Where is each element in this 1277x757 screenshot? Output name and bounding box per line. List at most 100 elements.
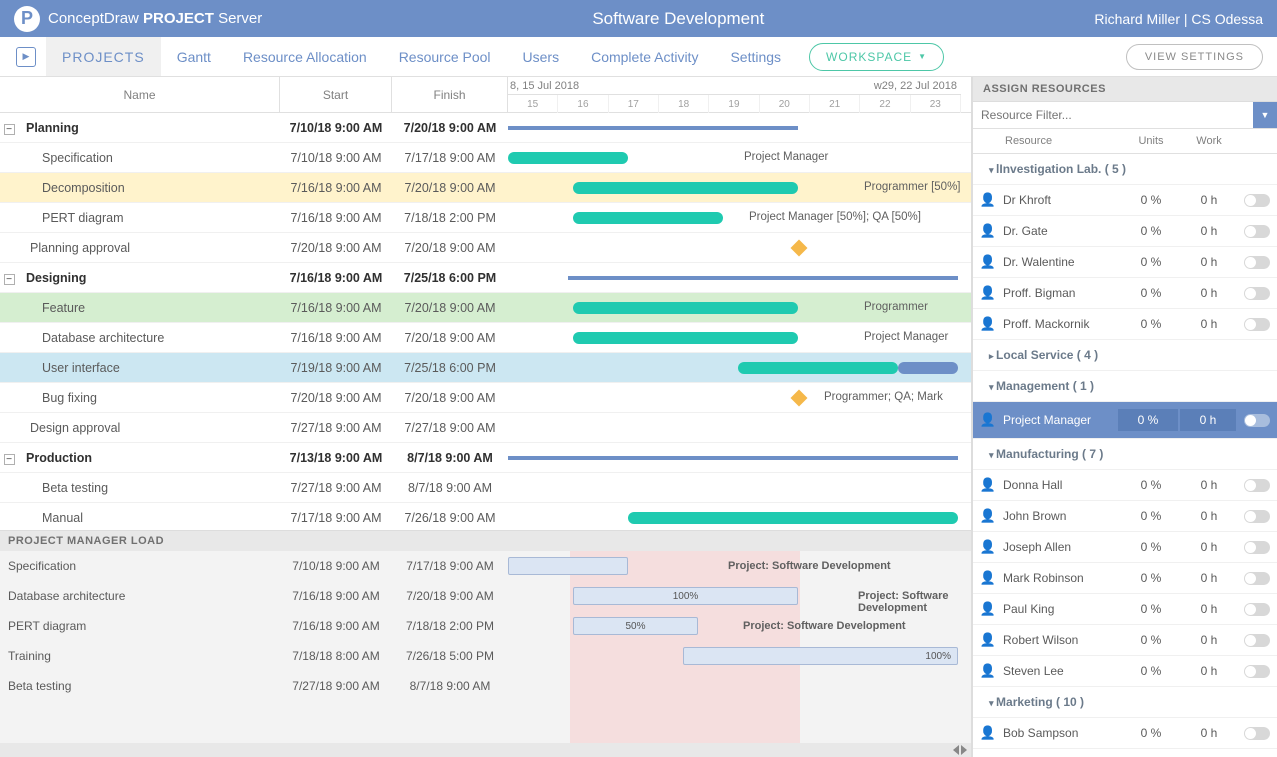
collapse-icon[interactable]: − (4, 274, 15, 285)
person-icon: 👤 (973, 192, 1003, 208)
assign-toggle[interactable] (1244, 634, 1270, 647)
assign-resources-panel: ASSIGN RESOURCES ▼ Resource Units Work l… (972, 77, 1277, 757)
load-row[interactable]: PERT diagram7/16/18 9:00 AM7/18/18 2:00 … (0, 611, 971, 641)
resource-group[interactable]: lInvestigation Lab. ( 5 ) (973, 154, 1277, 185)
resource-item[interactable]: 👤Joseph Allen0 %0 h (973, 532, 1277, 563)
resource-item[interactable]: 👤Proff. Bigman0 %0 h (973, 278, 1277, 309)
person-icon: 👤 (973, 223, 1003, 239)
brand-text: ConceptDraw PROJECT Server (48, 10, 262, 27)
person-icon: 👤 (973, 632, 1003, 648)
col-name: Name (0, 77, 280, 112)
load-row[interactable]: Training7/18/18 8:00 AM7/26/18 5:00 PM 1… (0, 641, 971, 671)
task-row[interactable]: − Planning 7/10/18 9:00 AM7/20/18 9:00 A… (0, 113, 971, 143)
assign-toggle[interactable] (1244, 665, 1270, 678)
person-icon: 👤 (973, 663, 1003, 679)
nav-collapse-button[interactable]: ▶ (6, 37, 46, 76)
task-row[interactable]: Beta testing 7/27/18 9:00 AM8/7/18 9:00 … (0, 473, 971, 503)
tab-gantt[interactable]: Gantt (161, 37, 227, 76)
assign-toggle[interactable] (1244, 287, 1270, 300)
load-row[interactable]: Database architecture7/16/18 9:00 AM7/20… (0, 581, 971, 611)
resource-filter-input[interactable] (973, 102, 1253, 128)
resource-item[interactable]: 👤Dr. Walentine0 %0 h (973, 247, 1277, 278)
nav-bar: ▶ PROJECTS Gantt Resource Allocation Res… (0, 37, 1277, 77)
horizontal-scrollbar[interactable] (0, 743, 971, 757)
resource-item[interactable]: 👤Project Manager0 %0 h (973, 402, 1277, 439)
assign-toggle[interactable] (1244, 414, 1270, 427)
task-row[interactable]: Planning approval 7/20/18 9:00 AM7/20/18… (0, 233, 971, 263)
assign-toggle[interactable] (1244, 318, 1270, 331)
view-settings-button[interactable]: VIEW SETTINGS (1126, 44, 1263, 70)
col-finish: Finish (392, 77, 508, 112)
task-row[interactable]: User interface 7/19/18 9:00 AM7/25/18 6:… (0, 353, 971, 383)
assign-toggle[interactable] (1244, 541, 1270, 554)
tab-resource-pool[interactable]: Resource Pool (383, 37, 507, 76)
scroll-right-icon[interactable] (961, 745, 967, 755)
page-title: Software Development (262, 9, 1094, 29)
task-row[interactable]: Feature 7/16/18 9:00 AM7/20/18 9:00 AM P… (0, 293, 971, 323)
app-header: P ConceptDraw PROJECT Server Software De… (0, 0, 1277, 37)
person-icon: 👤 (973, 285, 1003, 301)
load-section: PROJECT MANAGER LOAD Specification7/10/1… (0, 530, 971, 757)
logo-icon: P (14, 6, 40, 32)
resource-item[interactable]: 👤Paul King0 %0 h (973, 594, 1277, 625)
assign-toggle[interactable] (1244, 479, 1270, 492)
person-icon: 👤 (973, 254, 1003, 270)
tab-settings[interactable]: Settings (714, 37, 797, 76)
timeline-header: 8, 15 Jul 2018 w29, 22 Jul 2018 15161718… (508, 77, 961, 112)
load-row[interactable]: Specification7/10/18 9:00 AM7/17/18 9:00… (0, 551, 971, 581)
resource-group[interactable]: Marketing ( 10 ) (973, 687, 1277, 718)
gantt-header: Name Start Finish 8, 15 Jul 2018 w29, 22… (0, 77, 971, 113)
scroll-left-icon[interactable] (953, 745, 959, 755)
gantt-body[interactable]: − Planning 7/10/18 9:00 AM7/20/18 9:00 A… (0, 113, 971, 530)
assign-toggle[interactable] (1244, 603, 1270, 616)
assign-toggle[interactable] (1244, 225, 1270, 238)
resource-item[interactable]: 👤Donna Hall0 %0 h (973, 470, 1277, 501)
person-icon: 👤 (973, 570, 1003, 586)
person-icon: 👤 (973, 412, 1003, 428)
task-row[interactable]: − Production 7/13/18 9:00 AM8/7/18 9:00 … (0, 443, 971, 473)
tab-users[interactable]: Users (507, 37, 576, 76)
person-icon: 👤 (973, 508, 1003, 524)
resource-item[interactable]: 👤Dr. Gate0 %0 h (973, 216, 1277, 247)
person-icon: 👤 (973, 316, 1003, 332)
task-row[interactable]: Decomposition 7/16/18 9:00 AM7/20/18 9:0… (0, 173, 971, 203)
load-title: PROJECT MANAGER LOAD (0, 531, 971, 551)
resource-item[interactable]: 👤Dr Khroft0 %0 h (973, 185, 1277, 216)
person-icon: 👤 (973, 725, 1003, 741)
resource-group[interactable]: Local Service ( 4 ) (973, 340, 1277, 371)
assign-toggle[interactable] (1244, 510, 1270, 523)
resource-item[interactable]: 👤John Brown0 %0 h (973, 501, 1277, 532)
resource-group[interactable]: Manufacturing ( 7 ) (973, 439, 1277, 470)
collapse-icon[interactable]: − (4, 124, 15, 135)
task-row[interactable]: Manual 7/17/18 9:00 AM7/26/18 9:00 AM (0, 503, 971, 530)
task-row[interactable]: PERT diagram 7/16/18 9:00 AM7/18/18 2:00… (0, 203, 971, 233)
resource-item[interactable]: 👤Steven Lee0 %0 h (973, 656, 1277, 687)
person-icon: 👤 (973, 477, 1003, 493)
resource-item[interactable]: 👤Bob Sampson0 %0 h (973, 718, 1277, 749)
assign-toggle[interactable] (1244, 727, 1270, 740)
task-row[interactable]: Database architecture 7/16/18 9:00 AM7/2… (0, 323, 971, 353)
assign-toggle[interactable] (1244, 256, 1270, 269)
person-icon: 👤 (973, 601, 1003, 617)
user-label[interactable]: Richard Miller | CS Odessa (1094, 11, 1263, 27)
resource-item[interactable]: 👤Mark Robinson0 %0 h (973, 563, 1277, 594)
load-row[interactable]: Beta testing7/27/18 9:00 AM8/7/18 9:00 A… (0, 671, 971, 701)
tab-projects[interactable]: PROJECTS (46, 37, 161, 76)
tab-complete-activity[interactable]: Complete Activity (575, 37, 714, 76)
resource-item[interactable]: 👤Robert Wilson0 %0 h (973, 625, 1277, 656)
resource-group[interactable]: Management ( 1 ) (973, 371, 1277, 402)
milestone-icon (791, 240, 808, 257)
task-row[interactable]: Design approval 7/27/18 9:00 AM7/27/18 9… (0, 413, 971, 443)
task-row[interactable]: Bug fixing 7/20/18 9:00 AM7/20/18 9:00 A… (0, 383, 971, 413)
task-row[interactable]: − Designing 7/16/18 9:00 AM7/25/18 6:00 … (0, 263, 971, 293)
chevron-down-icon: ▼ (918, 52, 927, 61)
resource-item[interactable]: 👤Proff. Mackornik0 %0 h (973, 309, 1277, 340)
collapse-icon[interactable]: − (4, 454, 15, 465)
tab-resource-allocation[interactable]: Resource Allocation (227, 37, 383, 76)
assign-toggle[interactable] (1244, 194, 1270, 207)
workspace-button[interactable]: WORKSPACE▼ (809, 43, 944, 71)
assign-toggle[interactable] (1244, 572, 1270, 585)
col-start: Start (280, 77, 392, 112)
filter-dropdown-button[interactable]: ▼ (1253, 102, 1277, 128)
task-row[interactable]: Specification 7/10/18 9:00 AM7/17/18 9:0… (0, 143, 971, 173)
